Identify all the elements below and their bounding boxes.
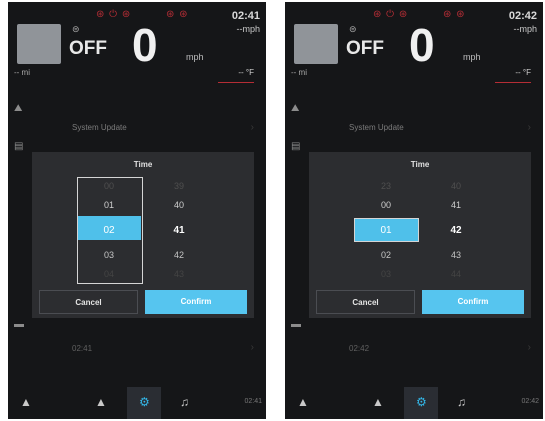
dialog-title: Time <box>133 160 153 169</box>
temperature-underline <box>495 82 531 83</box>
nav-clock: 02:42 <box>521 398 539 405</box>
gear-indicator-icon: ⊜ <box>349 24 357 34</box>
speed-value: 0 <box>409 19 435 71</box>
chevron-right-icon: › <box>527 122 531 133</box>
temperature-underline <box>218 82 254 83</box>
speed-readout: --mph <box>513 24 537 34</box>
motorcycle-icon[interactable]: ⛰ <box>291 104 307 114</box>
chevron-right-icon: › <box>527 342 531 353</box>
navigation-icon[interactable]: ▲ <box>95 395 107 409</box>
menu-item-time-value[interactable]: 02:42 <box>349 344 369 353</box>
vehicle-thumbnail <box>17 24 61 64</box>
dialog-title: Time <box>410 160 430 169</box>
minute-option-selected[interactable]: 42 <box>424 225 488 236</box>
confirm-button[interactable]: Confirm <box>145 290 247 314</box>
menu-item-system-update[interactable]: System Update <box>349 123 404 132</box>
clock: 02:42 <box>508 10 537 22</box>
hour-option[interactable]: 03 <box>354 269 418 279</box>
menu-item-icon[interactable]: ▬ <box>14 320 30 330</box>
hour-option[interactable]: 00 <box>77 181 141 191</box>
chevron-right-icon: › <box>250 122 254 133</box>
warning-icons-left: ⊛ ⏻ ⊛ <box>96 9 132 20</box>
speed-readout: --mph <box>236 24 260 34</box>
navigation-icon[interactable]: ▲ <box>372 395 384 409</box>
chevron-right-icon: › <box>250 342 254 353</box>
hour-option[interactable]: 00 <box>354 200 418 210</box>
confirm-button[interactable]: Confirm <box>422 290 524 314</box>
time-picker-dialog: Time 23 00 01 02 03 40 41 42 43 44 Cance… <box>309 152 531 318</box>
minute-option-selected[interactable]: 41 <box>147 225 211 236</box>
hour-option-selected[interactable]: 02 <box>77 225 141 236</box>
menu-item-icon[interactable]: ▤ <box>291 142 307 152</box>
power-status: OFF <box>69 38 107 59</box>
clock: 02:41 <box>231 10 260 22</box>
speed-value: 0 <box>132 19 158 71</box>
gear-indicator-icon: ⊜ <box>72 24 80 34</box>
minute-wheel[interactable]: 39 40 41 42 43 <box>147 178 211 284</box>
hour-option[interactable]: 02 <box>354 250 418 260</box>
hour-wheel[interactable]: 23 00 01 02 03 <box>354 178 418 284</box>
cancel-button[interactable]: Cancel <box>39 290 138 314</box>
minute-option[interactable]: 39 <box>147 181 211 191</box>
warning-icons-right: ⊛ ⊛ <box>166 9 189 20</box>
bottom-nav: ▲ ▲ ⚙ ♫ 02:42 <box>285 387 543 419</box>
temperature: -- °F <box>515 68 531 77</box>
bottom-nav: ▲ ▲ ⚙ ♫ 02:41 <box>8 387 266 419</box>
home-icon[interactable]: ▲ <box>297 395 309 409</box>
menu-item-time-value[interactable]: 02:41 <box>72 344 92 353</box>
warning-icons-right: ⊛ ⊛ <box>443 9 466 20</box>
cancel-button[interactable]: Cancel <box>316 290 415 314</box>
hour-option[interactable]: 23 <box>354 181 418 191</box>
odometer: -- mi <box>291 68 307 77</box>
hour-option[interactable]: 04 <box>77 269 141 279</box>
hour-option-selected[interactable]: 01 <box>354 225 418 236</box>
menu-item-icon[interactable]: ▤ <box>14 142 30 152</box>
minute-wheel[interactable]: 40 41 42 43 44 <box>424 178 488 284</box>
minute-option[interactable]: 41 <box>424 200 488 210</box>
music-icon[interactable]: ♫ <box>457 395 466 409</box>
menu-item-icon[interactable]: ▬ <box>291 320 307 330</box>
settings-gear-icon[interactable]: ⚙ <box>416 395 427 409</box>
temperature: -- °F <box>238 68 254 77</box>
time-picker-dialog: Time 00 01 02 03 04 39 40 41 42 43 Cance… <box>32 152 254 318</box>
speed-unit: mph <box>186 52 204 62</box>
hour-option[interactable]: 03 <box>77 250 141 260</box>
hour-option[interactable]: 01 <box>77 200 141 210</box>
minute-option[interactable]: 40 <box>147 200 211 210</box>
vehicle-thumbnail <box>294 24 338 64</box>
minute-option[interactable]: 40 <box>424 181 488 191</box>
home-icon[interactable]: ▲ <box>20 395 32 409</box>
minute-option[interactable]: 44 <box>424 269 488 279</box>
hour-wheel[interactable]: 00 01 02 03 04 <box>77 178 141 284</box>
odometer: -- mi <box>14 68 30 77</box>
minute-option[interactable]: 42 <box>147 250 211 260</box>
minute-option[interactable]: 43 <box>147 269 211 279</box>
power-status: OFF <box>346 38 384 59</box>
warning-icons-left: ⊛ ⏻ ⊛ <box>373 9 409 20</box>
music-icon[interactable]: ♫ <box>180 395 189 409</box>
minute-option[interactable]: 43 <box>424 250 488 260</box>
settings-gear-icon[interactable]: ⚙ <box>139 395 150 409</box>
nav-clock: 02:41 <box>244 398 262 405</box>
menu-item-system-update[interactable]: System Update <box>72 123 127 132</box>
motorcycle-icon[interactable]: ⛰ <box>14 104 30 114</box>
speed-unit: mph <box>463 52 481 62</box>
dashboard-screen-right: ⊛ ⏻ ⊛ ⊛ ⊛ 02:42 --mph ⊜ OFF 0 mph -- mi … <box>285 2 543 419</box>
dashboard-screen-left: ⊛ ⏻ ⊛ ⊛ ⊛ 02:41 --mph ⊜ OFF 0 mph -- mi … <box>8 2 266 419</box>
